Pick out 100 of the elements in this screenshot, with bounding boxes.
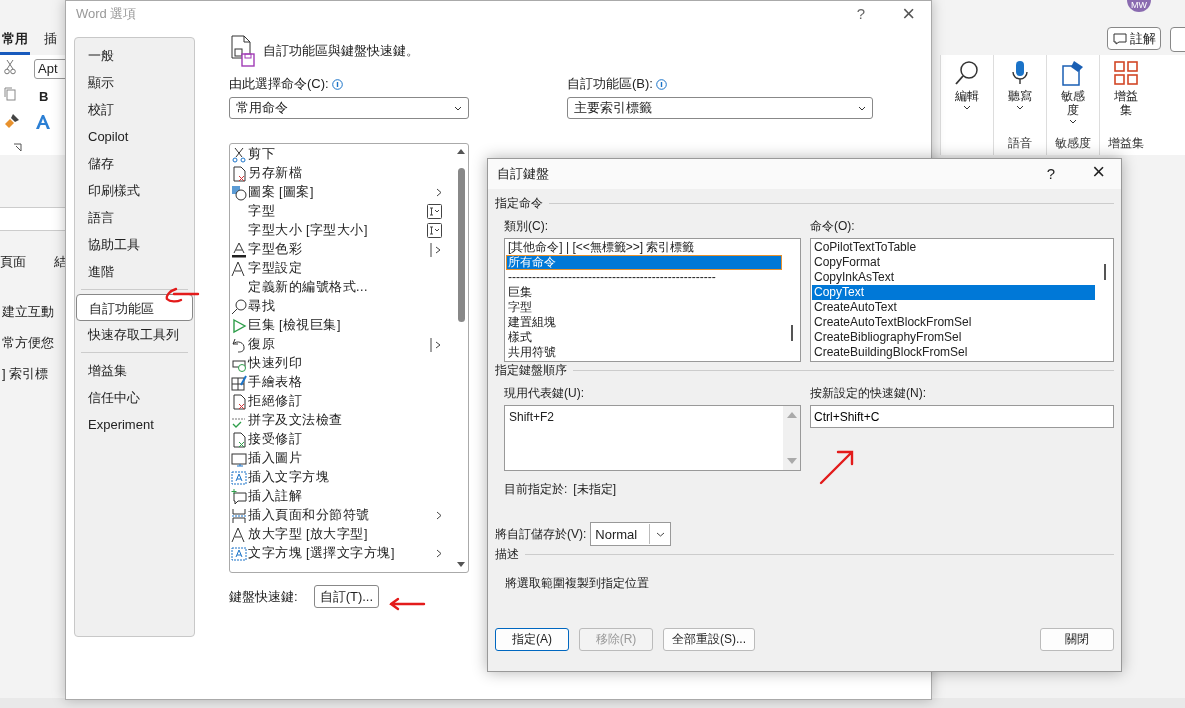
command-item[interactable]: 圖案 [圖案] (230, 183, 454, 202)
command-item[interactable]: 字型大小 [字型大小] (230, 221, 454, 240)
window-title: 自訂鍵盤 (497, 165, 549, 183)
command-item[interactable]: 接受修訂 (230, 430, 454, 449)
command-item[interactable]: 字型 (230, 202, 454, 221)
command-item[interactable]: 字型色彩 (230, 240, 454, 259)
ribbon-button[interactable]: 增益集 (1106, 59, 1146, 135)
help-button[interactable]: ? (1046, 165, 1055, 182)
sidebar-item[interactable]: 儲存 (76, 150, 193, 177)
command-item[interactable]: 巨集 [檢視巨集] (230, 316, 454, 335)
command-item[interactable]: 復原 (230, 335, 454, 354)
list-item[interactable]: CoPilotTextToTable (812, 240, 1095, 255)
list-item[interactable]: 共用符號 (506, 345, 782, 360)
ribbon-button[interactable]: 聽寫 (1000, 59, 1040, 135)
command-item[interactable]: 放大字型 [放大字型] (230, 525, 454, 544)
field-label: 將自訂儲存於(V): (495, 525, 587, 543)
scroll-thumb[interactable] (457, 168, 465, 322)
sidebar-item[interactable]: 顯示 (76, 69, 193, 96)
sidebar-item[interactable]: Experiment (76, 411, 193, 438)
scroll-down-icon[interactable] (457, 562, 465, 568)
list-item[interactable]: Shift+F2 (506, 407, 782, 425)
dialog-button[interactable]: 關閉 (1040, 628, 1114, 651)
command-item[interactable]: 拼字及文法檢查 (230, 411, 454, 430)
list-item[interactable]: 所有命令 (506, 255, 782, 270)
pane-text: 常方便您 (2, 334, 55, 352)
list-item[interactable]: CopyText (812, 285, 1095, 300)
customize-icon (229, 35, 257, 67)
command-item[interactable]: 拒絕修訂 (230, 392, 454, 411)
group-label: 敏感度 (1055, 135, 1091, 152)
comment-button[interactable]: 註解 (1107, 27, 1161, 50)
list-item[interactable]: 樣式 (506, 330, 782, 345)
command-item[interactable]: 插入註解 (230, 487, 454, 506)
command-item[interactable]: 定義新的編號格式... (230, 278, 454, 297)
list-item[interactable]: CreateBuildingBlockFromSel (812, 345, 1095, 360)
command-item[interactable]: 插入文字方塊 (230, 468, 454, 487)
ribbon-button[interactable]: 編輯 (947, 59, 987, 155)
scroll-up-icon[interactable] (457, 148, 465, 154)
sidebar-item[interactable]: 進階 (76, 258, 193, 285)
list-item[interactable]: CopyFormat (812, 255, 1095, 270)
brush-icon[interactable] (4, 113, 20, 129)
sidebar-item[interactable]: 信任中心 (76, 384, 193, 411)
dialog-button[interactable]: 全部重設(S)... (663, 628, 755, 651)
command-item[interactable]: 尋找 (230, 297, 454, 316)
sidebar-item[interactable]: 協助工具 (76, 231, 193, 258)
combo-field-icon (427, 204, 442, 219)
list-item[interactable]: 巨集 (506, 285, 782, 300)
sidebar-item[interactable]: Copilot (76, 123, 193, 150)
ribbon-tab[interactable]: 插 (42, 28, 59, 55)
field-label: 目前指定於: (504, 481, 568, 498)
command-item[interactable]: 手繪表格 (230, 373, 454, 392)
pane-text: ] 索引標 (2, 365, 50, 383)
list-item[interactable]: 字型 (506, 300, 782, 315)
customize-button[interactable]: 自訂(T)... (313, 585, 380, 608)
command-item[interactable]: 快速列印 (230, 354, 454, 373)
save-in-dropdown[interactable]: Normal (590, 522, 672, 546)
list-item[interactable]: CreateAutoTextBlockFromSel (812, 315, 1095, 330)
close-button[interactable]: × (902, 1, 915, 27)
list-item[interactable]: CreateAutoText (812, 300, 1095, 315)
comment-icon (1112, 32, 1127, 45)
chevron-icon (656, 531, 666, 537)
dialog-launcher-icon[interactable] (13, 143, 22, 152)
list-item[interactable]: ---------------------------------------------------- (506, 270, 782, 285)
cut-icon[interactable] (4, 59, 16, 75)
search-icon (953, 59, 981, 87)
pane-text: 建立互動 (2, 303, 55, 321)
user-avatar[interactable]: MW (1127, 0, 1151, 12)
sidebar-item[interactable]: 快速存取工具列 (76, 321, 193, 348)
pane-tab[interactable]: 頁面 (0, 253, 26, 271)
info-icon[interactable] (331, 78, 343, 90)
sidebar-item[interactable]: 增益集 (76, 357, 193, 384)
sidebar-item[interactable]: 自訂功能區 (76, 294, 193, 321)
list-item[interactable]: [其他命令] | [<<無標籤>>] 索引標籤 (506, 240, 782, 255)
sidebar-item[interactable]: 語言 (76, 204, 193, 231)
list-item[interactable]: CreateBibliographyFromSel (812, 330, 1095, 345)
close-button[interactable]: × (1092, 159, 1105, 185)
field-label: 現用代表鍵(U): (504, 385, 585, 402)
commands-dropdown[interactable]: 常用命令 (229, 97, 469, 119)
command-item[interactable]: 另存新檔 (230, 164, 454, 183)
chevron-icon (858, 105, 866, 111)
combo-field-icon (427, 223, 442, 238)
window-title: Word 選項 (76, 5, 137, 23)
shortcut-input-field[interactable]: Ctrl+Shift+C (810, 405, 1114, 428)
command-item[interactable]: 字型設定 (230, 259, 454, 278)
list-item[interactable]: CopyInkAsText (812, 270, 1095, 285)
ribbon-dropdown[interactable]: 主要索引標籤 (567, 97, 873, 119)
copy-icon[interactable] (4, 87, 16, 101)
help-button[interactable]: ? (856, 5, 865, 22)
section-heading: 指定命令 (495, 195, 543, 212)
sidebar-item[interactable]: 一般 (76, 42, 193, 69)
info-icon[interactable] (655, 78, 667, 90)
command-item[interactable]: 插入圖片 (230, 449, 454, 468)
text-effects-icon[interactable] (34, 114, 52, 130)
list-item[interactable]: 建置組塊 (506, 315, 782, 330)
sidebar-item[interactable]: 校訂 (76, 96, 193, 123)
dialog-button[interactable]: 指定(A) (495, 628, 569, 651)
command-item[interactable]: 文字方塊 [選擇文字方塊] (230, 544, 454, 563)
sidebar-item[interactable]: 印刷樣式 (76, 177, 193, 204)
ribbon-button[interactable]: 敏感度 (1053, 59, 1093, 135)
command-item[interactable]: 插入頁面和分節符號 (230, 506, 454, 525)
command-item[interactable]: 剪下 (230, 145, 454, 164)
